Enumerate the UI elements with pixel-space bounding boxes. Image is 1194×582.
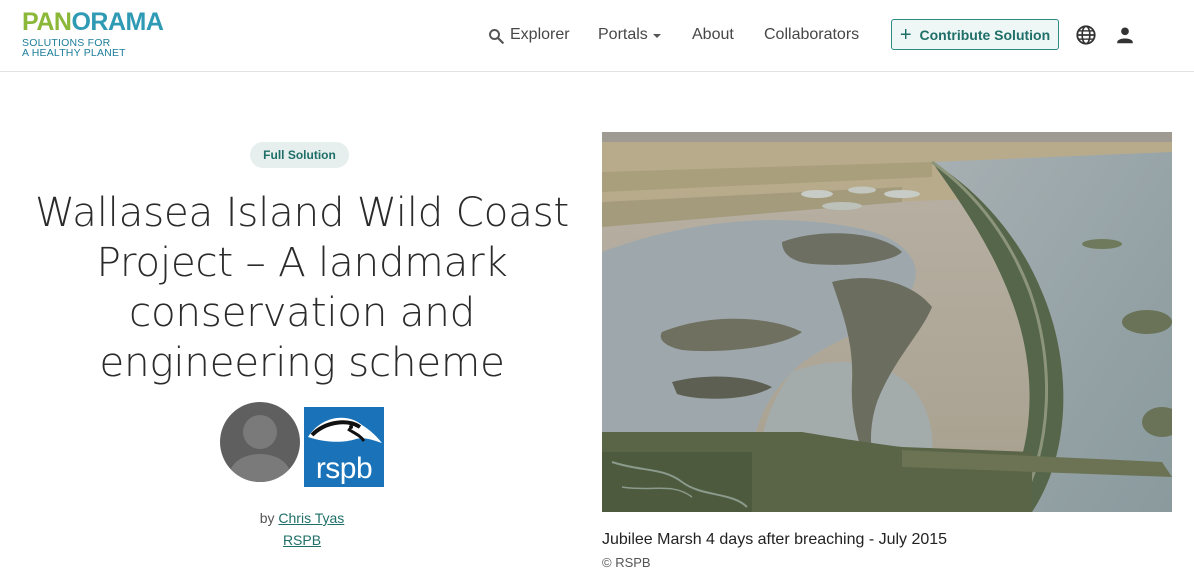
hero-image [602, 132, 1172, 512]
nav-portals-label: Portals [598, 26, 648, 43]
avatar-placeholder-icon [230, 415, 290, 482]
rspb-logo[interactable]: rspb [304, 407, 384, 487]
user-icon[interactable] [1114, 24, 1136, 46]
author-byline: by Chris Tyas [22, 509, 582, 527]
nav-about[interactable]: About [692, 24, 734, 46]
nav-collaborators-label: Collaborators [764, 26, 860, 43]
plus-icon: + [899, 23, 912, 46]
globe-icon[interactable] [1075, 24, 1097, 46]
search-icon [489, 29, 504, 44]
author-avatar[interactable] [220, 402, 300, 482]
nav-about-label: About [692, 26, 734, 43]
page-title: Wallasea Island Wild Coast Project – A l… [35, 188, 569, 386]
nav-collaborators[interactable]: Collaborators [764, 24, 859, 46]
contribute-solution-button[interactable]: + Contribute Solution [891, 19, 1059, 50]
chevron-down-icon [652, 34, 661, 38]
rspb-logo-text: rspb [315, 452, 373, 485]
nav-explorer-label: Explorer [510, 26, 570, 43]
panorama-logo[interactable]: PANORAMA SOLUTIONS FOR A HEALTHY PLANET [22, 10, 202, 60]
logo-wordmark: PANORAMA [22, 8, 164, 36]
image-credit: © RSPB [602, 555, 651, 570]
nav-portals[interactable]: Portals [598, 24, 661, 46]
author-link[interactable]: Chris Tyas [278, 510, 344, 526]
nav-explorer[interactable]: Explorer [487, 24, 570, 46]
logo-tagline: SOLUTIONS FOR A HEALTHY PLANET [22, 37, 126, 59]
aerial-landscape-illustration [602, 132, 1172, 512]
contribute-solution-label: Contribute Solution [919, 26, 1051, 43]
byline-prefix: by [259, 510, 275, 526]
organization-link[interactable]: RSPB [22, 531, 582, 549]
site-header: PANORAMA SOLUTIONS FOR A HEALTHY PLANET … [0, 0, 1194, 72]
solution-type-badge: Full Solution [250, 142, 349, 168]
avocet-bird-icon [308, 417, 382, 443]
image-caption: Jubilee Marsh 4 days after breaching - J… [602, 531, 948, 548]
